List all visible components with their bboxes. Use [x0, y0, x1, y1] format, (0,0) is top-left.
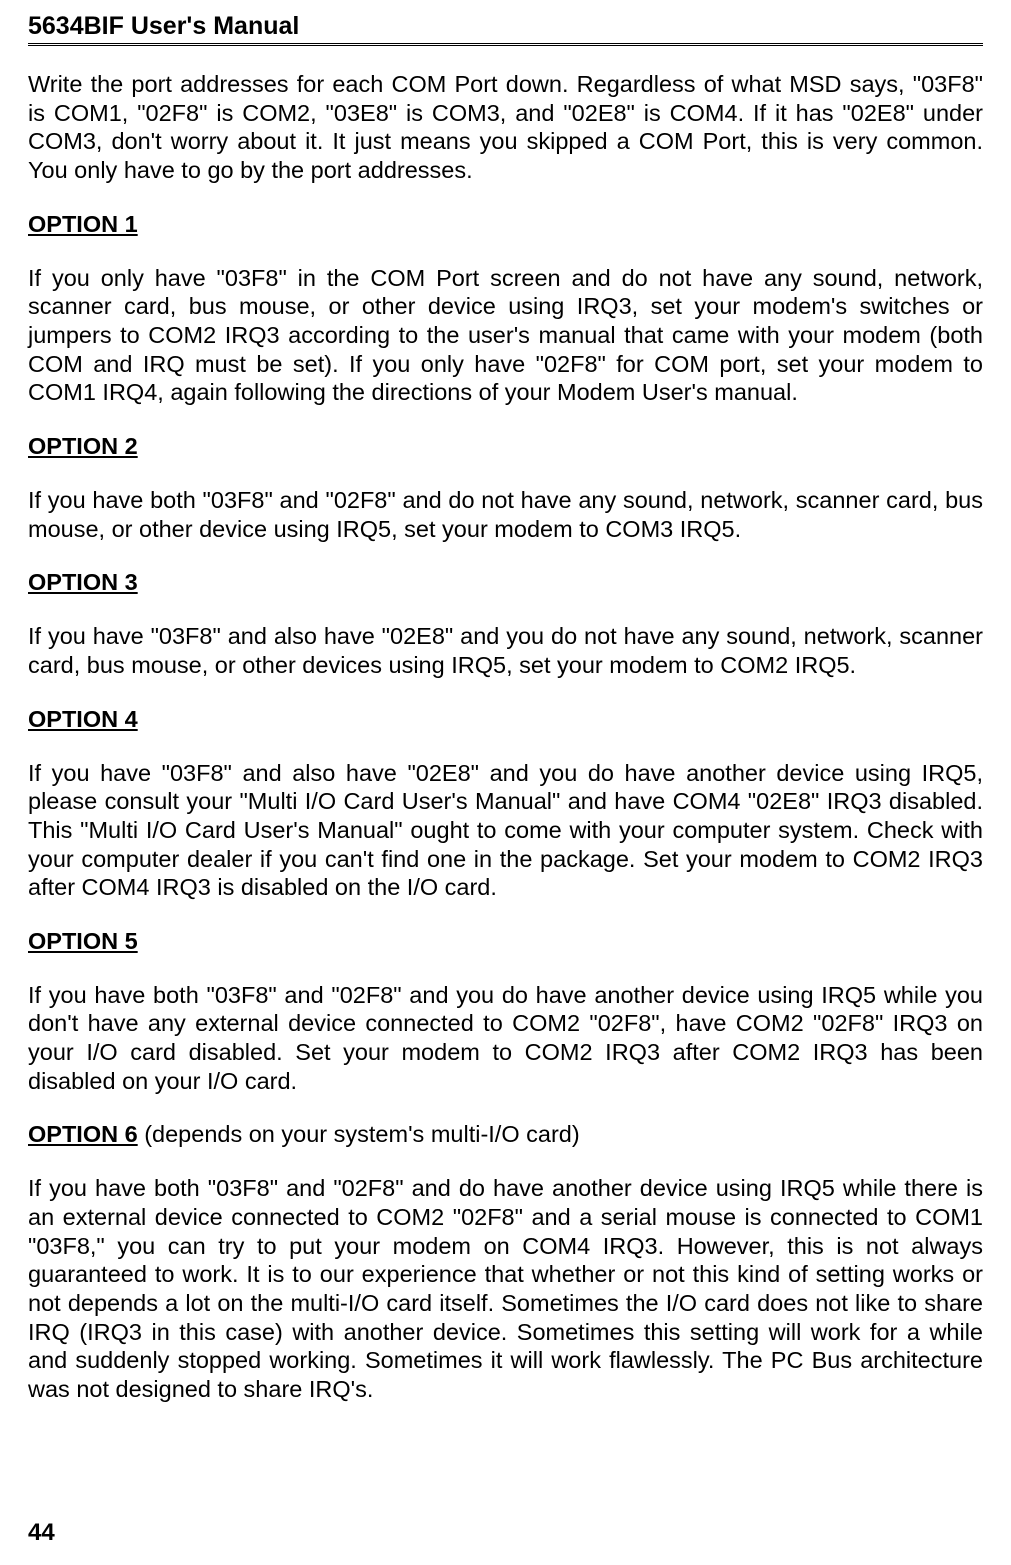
intro-paragraph: Write the port addresses for each COM Po… — [28, 70, 983, 185]
option3-text: If you have "03F8" and also have "02E8" … — [28, 622, 983, 679]
option6-text: If you have both "03F8" and "02F8" and d… — [28, 1174, 983, 1403]
option6-heading-line: OPTION 6 (depends on your system's multi… — [28, 1121, 983, 1148]
option6-suffix: (depends on your system's multi-I/O card… — [138, 1121, 580, 1147]
option2-text: If you have both "03F8" and "02F8" and d… — [28, 486, 983, 543]
page-number: 44 — [28, 1519, 55, 1547]
option4-text: If you have "03F8" and also have "02E8" … — [28, 759, 983, 902]
option1-heading: OPTION 1 — [28, 211, 983, 238]
option3-heading: OPTION 3 — [28, 569, 983, 596]
option5-heading: OPTION 5 — [28, 928, 983, 955]
header-title: 5634BIF User's Manual — [28, 12, 983, 46]
option4-heading: OPTION 4 — [28, 706, 983, 733]
option5-text: If you have both "03F8" and "02F8" and y… — [28, 981, 983, 1096]
option2-heading: OPTION 2 — [28, 433, 983, 460]
option1-text: If you only have "03F8" in the COM Port … — [28, 264, 983, 407]
option6-heading: OPTION 6 — [28, 1121, 138, 1147]
